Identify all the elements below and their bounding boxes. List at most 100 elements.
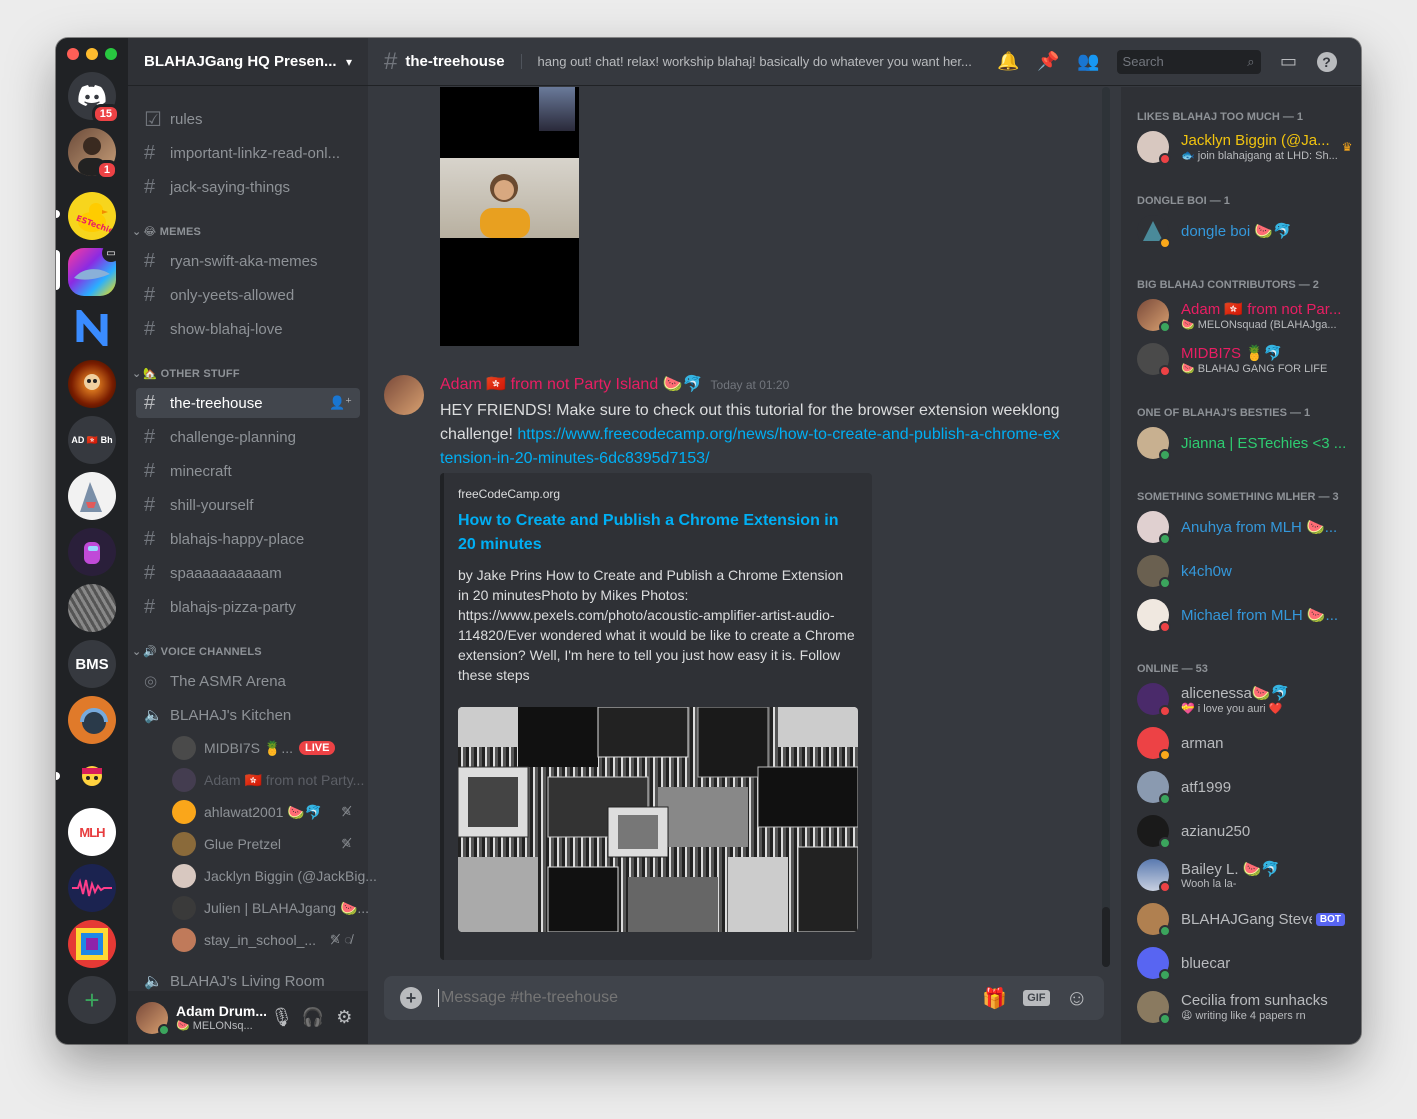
member-item[interactable]: dongle boi 🍉🐬 (1129, 209, 1353, 253)
voice-user[interactable]: Jacklyn Biggin (@JackBig... (172, 862, 377, 890)
server-icon-orange[interactable] (68, 696, 116, 744)
mention-badge: 1 (95, 160, 118, 180)
member-item[interactable]: arman (1129, 721, 1353, 765)
avatar (172, 800, 196, 824)
status-dnd-icon (1159, 705, 1171, 717)
maximize-window-button[interactable] (105, 48, 117, 60)
voice-user[interactable]: Adam 🇭🇰 from not Party... (172, 766, 364, 794)
message-author[interactable]: Adam 🇭🇰 from not Party Island 🍉🐬 (440, 374, 703, 394)
voice-user[interactable]: Julien | BLAHAJgang 🍉... (172, 894, 369, 922)
member-item[interactable]: k4ch0w (1129, 549, 1353, 593)
server-header[interactable]: BLAHAJGang HQ Presen... ▾ (128, 38, 368, 86)
selected-server-pill (56, 250, 60, 290)
server-icon-n[interactable] (68, 304, 116, 352)
hash-icon: # (384, 47, 398, 75)
channel-important-linkz[interactable]: # important-linkz-read-onl... (136, 138, 360, 168)
server-icon-mlh[interactable]: MLH (68, 808, 116, 856)
member-item[interactable]: alicenessa🍉🐬 💝 i love you auri ❤️ (1129, 677, 1353, 721)
member-item[interactable]: Bailey L. 🍉🐬 Wooh la la- (1129, 853, 1353, 897)
headphones-icon[interactable]: 🎧 (297, 1007, 328, 1028)
voice-user[interactable]: stay_in_school_... ✎̸ ◌̸ (172, 926, 360, 954)
close-window-button[interactable] (67, 48, 79, 60)
chat-scrollbar[interactable] (1102, 87, 1110, 967)
hash-icon: # (144, 175, 156, 198)
channel-jack-saying-things[interactable]: # jack-saying-things (136, 172, 360, 202)
invite-member-icon[interactable]: 👤⁺ (329, 395, 352, 411)
channel-rules[interactable]: ☑ rules (136, 104, 360, 134)
add-attachment-icon[interactable]: + (400, 987, 422, 1009)
message-content: HEY FRIENDS! Make sure to check out this… (440, 402, 1060, 467)
member-item[interactable]: azianu250 (1129, 809, 1353, 853)
add-server-button[interactable]: + (68, 976, 116, 1024)
server-icon-bms[interactable]: BMS (68, 640, 116, 688)
channel-show-blahaj-love[interactable]: # show-blahaj-love (136, 314, 360, 344)
server-icon-fire[interactable] (68, 360, 116, 408)
search-input[interactable]: Search ⌕ (1116, 49, 1261, 74)
member-group-title: ONE OF BLAHAJ'S BESTIES — 1 (1137, 407, 1311, 419)
gift-icon[interactable]: 🎁 (982, 986, 1007, 1011)
member-item[interactable]: Adam 🇭🇰 from not Par... 🍉 MELONsquad (BLA… (1129, 293, 1353, 337)
category-memes[interactable]: ⌄ 😂 MEMES (132, 225, 201, 238)
channel-only-yeets[interactable]: # only-yeets-allowed (136, 280, 360, 310)
member-item[interactable]: atf1999 (1129, 765, 1353, 809)
channel-blahajs-happy-place[interactable]: # blahajs-happy-place (136, 524, 360, 554)
channel-shill-yourself[interactable]: # shill-yourself (136, 490, 360, 520)
member-list-icon[interactable]: 👥 (1077, 50, 1101, 74)
member-item[interactable]: MIDBI7S 🍍🐬 🍉 BLAHAJ GANG FOR LIFE (1129, 337, 1353, 381)
message-link[interactable]: https://www.freecodecamp.org/news/how-to… (440, 426, 1060, 467)
settings-gear-icon[interactable]: ⚙ (329, 1007, 360, 1028)
member-item[interactable]: BLAHAJGang Steve BOT (1129, 897, 1353, 941)
scrollbar-thumb[interactable] (1102, 907, 1110, 967)
voice-channel-asmr-arena[interactable]: ◎ The ASMR Arena (136, 666, 360, 696)
server-icon-dm[interactable]: 1 (68, 128, 118, 180)
server-icon-shark[interactable] (68, 472, 116, 520)
category-other-stuff[interactable]: ⌄ 🏡 OTHER STUFF (132, 367, 240, 380)
status-online-icon (1159, 1013, 1171, 1025)
channel-blahajs-pizza-party[interactable]: # blahajs-pizza-party (136, 592, 360, 622)
member-item[interactable]: Jacklyn Biggin (@Ja... 🐟 join blahajgang … (1129, 125, 1353, 169)
member-item[interactable]: Cecilia from sunhacks 😩 writing like 4 pa… (1129, 985, 1353, 1029)
unread-pill (56, 210, 60, 218)
notification-bell-icon[interactable]: 🔔 (997, 50, 1021, 74)
category-voice-channels[interactable]: ⌄ 🔊 VOICE CHANNELS (132, 645, 262, 658)
voice-user[interactable]: MIDBI7S 🍍... LIVE (172, 734, 360, 762)
soundwave-icon (72, 878, 112, 897)
voice-user[interactable]: ahlawat2001 🍉🐬 ✎̸ (172, 798, 360, 826)
server-icon-wave[interactable] (68, 864, 116, 912)
home-button[interactable]: 15 (68, 72, 120, 124)
channel-topic[interactable]: hang out! chat! relax! workship blahaj! … (520, 54, 981, 69)
server-icon-texture[interactable] (68, 584, 116, 632)
mute-mic-icon[interactable]: 🎙 (266, 1007, 297, 1028)
member-item[interactable]: Jianna | ESTechies <3 ... (1129, 421, 1353, 465)
avatar[interactable] (136, 1001, 170, 1036)
channel-spam[interactable]: # spaaaaaaaaaam (136, 558, 360, 588)
server-icon-ad[interactable]: AD 🇭🇰 Bh (68, 416, 116, 464)
pin-icon[interactable]: 📌 (1037, 50, 1061, 74)
status-online-icon (1159, 925, 1171, 937)
member-item[interactable]: Michael from MLH 🍉... (1129, 593, 1353, 637)
server-icon-estechies[interactable]: ESTechies (68, 192, 116, 240)
server-icon-purple[interactable] (68, 528, 116, 576)
message-input[interactable] (438, 989, 967, 1007)
channel-ryan-swift[interactable]: # ryan-swift-aka-memes (136, 246, 360, 276)
embed-image[interactable] (458, 707, 858, 932)
server-icon-squares[interactable] (68, 920, 116, 968)
video-embed[interactable] (440, 87, 579, 346)
voice-channel-blahajs-kitchen[interactable]: 🔈 BLAHAJ's Kitchen (136, 700, 360, 730)
channel-challenge-planning[interactable]: # challenge-planning (136, 422, 360, 452)
channel-the-treehouse[interactable]: # the-treehouse 👤⁺ (136, 388, 360, 418)
stage-icon: ◎ (144, 673, 158, 690)
member-item[interactable]: bluecar (1129, 941, 1353, 985)
gif-button[interactable]: GIF (1023, 990, 1050, 1006)
emoji-icon[interactable]: ☺ (1066, 985, 1088, 1011)
server-icon-lego[interactable] (68, 752, 116, 800)
channel-minecraft[interactable]: # minecraft (136, 456, 360, 486)
server-icon-blahajgang[interactable]: ▭ (68, 244, 120, 296)
embed-title[interactable]: How to Create and Publish a Chrome Exten… (458, 509, 856, 557)
inbox-icon[interactable]: ▭ (1277, 50, 1301, 74)
voice-user[interactable]: Glue Pretzel ✎̸ (172, 830, 360, 858)
avatar[interactable] (384, 375, 424, 415)
minimize-window-button[interactable] (86, 48, 98, 60)
help-icon[interactable]: ? (1316, 51, 1337, 72)
member-item[interactable]: Anuhya from MLH 🍉... (1129, 505, 1353, 549)
